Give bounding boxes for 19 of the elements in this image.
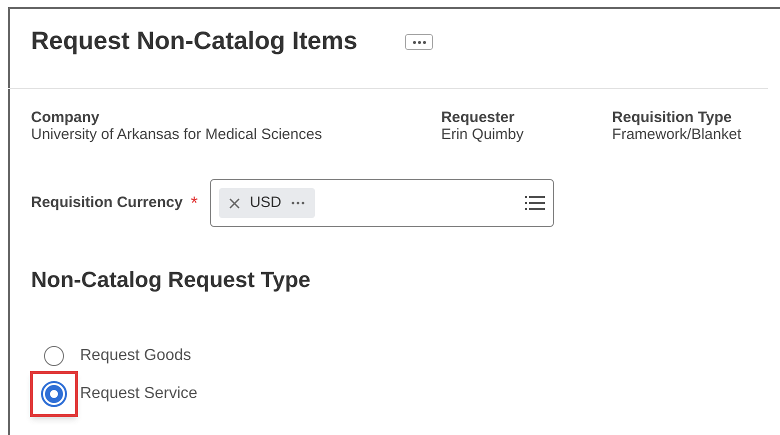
field-label: Requester (441, 109, 516, 126)
field-value: University of Arkansas for Medical Sciences (31, 126, 323, 143)
field-label: Requisition Currency (31, 192, 183, 213)
list-icon[interactable] (524, 195, 545, 211)
currency-input-field[interactable]: USD (210, 179, 554, 227)
field-label: Requisition Type (612, 109, 733, 126)
more-icon[interactable] (291, 201, 306, 205)
remove-icon[interactable] (228, 198, 240, 208)
radio-option[interactable]: Request Goods (41, 342, 192, 370)
required-mark: * (190, 192, 198, 214)
section-heading: Non-Catalog Request Type (31, 266, 312, 294)
more-actions-button[interactable] (405, 34, 434, 50)
token-text: USD (250, 192, 282, 213)
field-value: Erin Quimby (441, 126, 525, 143)
radio-option[interactable]: Request Service (41, 380, 198, 408)
field-value: Framework/Blanket (612, 126, 742, 143)
field-label: Company (31, 109, 100, 126)
currency-token[interactable]: USD (218, 188, 316, 218)
page-title: Request Non-Catalog Items (31, 26, 358, 58)
